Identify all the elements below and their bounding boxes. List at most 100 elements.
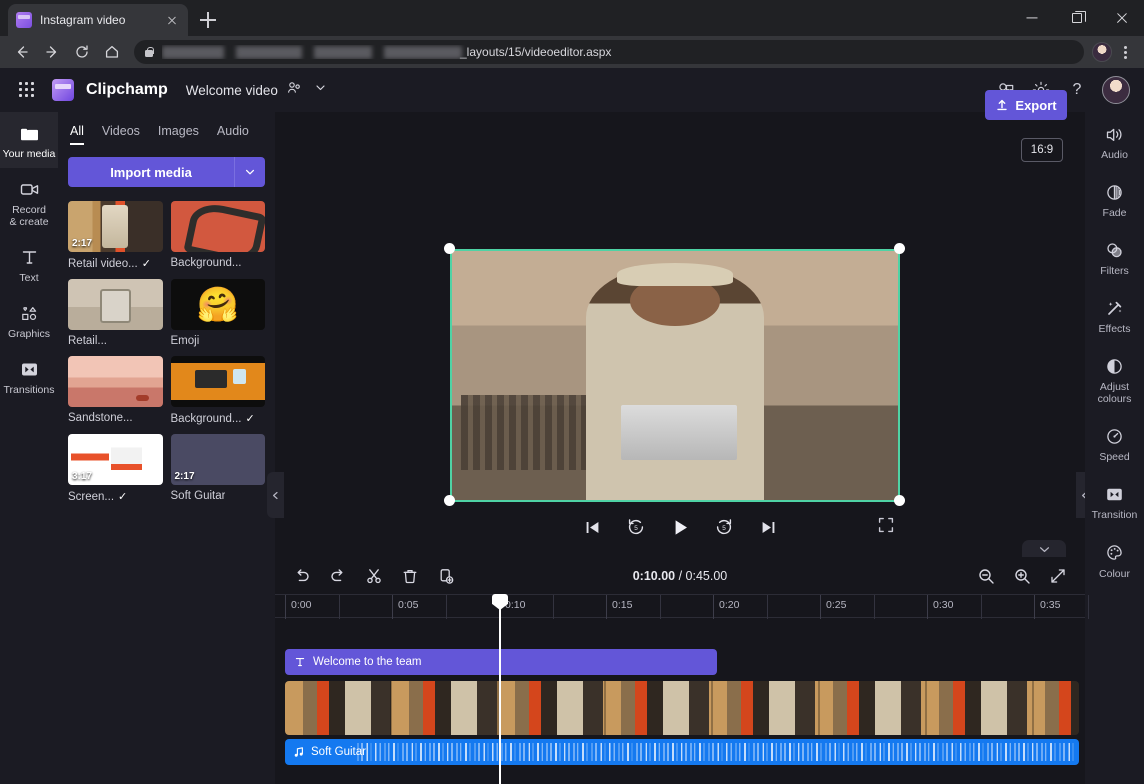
help-icon[interactable]: ?	[1066, 79, 1088, 101]
forward-arrow-icon[interactable]	[38, 38, 66, 66]
skip-to-start-button[interactable]	[581, 516, 603, 538]
chevron-down-icon[interactable]	[234, 157, 265, 187]
palette-icon	[1104, 542, 1126, 564]
split-button[interactable]	[361, 563, 387, 589]
sidebar-item-transition[interactable]: Transition	[1085, 472, 1144, 530]
preview-shelf	[460, 395, 595, 471]
sidebar-item-speed[interactable]: Speed	[1085, 414, 1144, 472]
resize-handle-br[interactable]	[894, 495, 905, 506]
text-icon	[18, 246, 40, 268]
ruler-label: 0:15	[612, 599, 633, 611]
resize-handle-tr[interactable]	[894, 243, 905, 254]
zoom-out-button[interactable]	[973, 563, 999, 589]
collapse-timeline-button[interactable]	[1022, 540, 1066, 558]
kebab-menu-icon[interactable]	[1114, 40, 1136, 64]
export-button[interactable]: Export	[985, 90, 1067, 120]
tab-audio[interactable]: Audio	[217, 124, 249, 145]
sidebar-item-fade[interactable]: Fade	[1085, 170, 1144, 228]
restore-icon[interactable]	[1054, 0, 1099, 36]
media-item[interactable]: 2:17 Soft Guitar	[170, 434, 265, 503]
sidebar-item-record-create[interactable]: Record & create	[0, 168, 58, 236]
tab-images[interactable]: Images	[158, 124, 199, 145]
ruler-minor-mark	[766, 595, 768, 619]
tab-all[interactable]: All	[70, 124, 84, 145]
minimize-icon[interactable]	[1009, 0, 1054, 36]
media-thumbnail[interactable]: 2:17	[68, 201, 163, 252]
address-bar[interactable]: _layouts/15/videoeditor.aspx	[134, 40, 1084, 64]
avatar[interactable]	[1102, 76, 1130, 104]
media-item[interactable]: 2:17 Retail video... ✓	[68, 201, 163, 270]
plus-icon[interactable]	[196, 8, 220, 32]
media-thumbnail[interactable]: 2:17	[170, 434, 265, 485]
video-clip[interactable]	[285, 681, 1079, 735]
media-item[interactable]: Sandstone...	[68, 356, 163, 425]
resize-handle-bl[interactable]	[444, 495, 455, 506]
home-icon[interactable]	[98, 38, 126, 66]
aspect-ratio-badge[interactable]: 16:9	[1021, 138, 1063, 162]
chevron-down-icon[interactable]	[314, 81, 327, 99]
sidebar-item-transitions[interactable]: Transitions	[0, 348, 58, 404]
filters-icon	[1104, 239, 1126, 261]
collapse-left-panel-button[interactable]	[267, 472, 284, 518]
media-thumbnail[interactable]	[68, 279, 163, 330]
profile-avatar-icon[interactable]	[1092, 42, 1112, 62]
audio-clip[interactable]: Soft Guitar	[285, 739, 1079, 765]
sidebar-item-text[interactable]: Text	[0, 236, 58, 292]
close-icon[interactable]	[1099, 0, 1144, 36]
transitions-icon	[18, 358, 40, 380]
sidebar-item-filters[interactable]: Filters	[1085, 228, 1144, 286]
fit-to-screen-button[interactable]	[1045, 563, 1071, 589]
timeline-ruler[interactable]: 0:00 0:05 0:10 0:15 0:20 0:25 0:30 0:35	[275, 594, 1089, 619]
back-arrow-icon[interactable]	[8, 38, 36, 66]
app-launcher-icon[interactable]	[14, 77, 40, 103]
media-item[interactable]: Background...	[170, 201, 265, 270]
sidebar-item-graphics[interactable]: Graphics	[0, 292, 58, 348]
media-item[interactable]: Background... ✓	[170, 356, 265, 425]
url-visible-text: _layouts/15/videoeditor.aspx	[460, 45, 612, 59]
media-item-label: Retail video...	[68, 257, 138, 270]
browser-tab[interactable]: Instagram video	[8, 4, 188, 36]
fullscreen-icon[interactable]	[877, 516, 897, 536]
media-item[interactable]: 3:17 Screen... ✓	[68, 434, 163, 503]
zoom-in-button[interactable]	[1009, 563, 1035, 589]
reload-icon[interactable]	[68, 38, 96, 66]
media-item-label: Retail...	[68, 335, 107, 347]
forward-5s-button[interactable]: 5	[713, 516, 735, 538]
delete-button[interactable]	[397, 563, 423, 589]
rewind-5s-button[interactable]: 5	[625, 516, 647, 538]
duplicate-button[interactable]	[433, 563, 459, 589]
media-thumbnail[interactable]: 🤗	[170, 279, 265, 330]
text-clip[interactable]: Welcome to the team	[285, 649, 717, 675]
play-button[interactable]	[669, 516, 691, 538]
media-caption: Retail...	[68, 335, 163, 347]
skip-to-end-button[interactable]	[757, 516, 779, 538]
media-thumbnail[interactable]: 3:17	[68, 434, 163, 485]
media-item[interactable]: Retail...	[68, 279, 163, 347]
sidebar-item-label: Graphics	[7, 328, 50, 341]
browser-toolbar: _layouts/15/videoeditor.aspx	[0, 36, 1144, 68]
import-media-button[interactable]: Import media	[68, 157, 234, 187]
sidebar-item-audio[interactable]: Audio	[1085, 112, 1144, 170]
url-text-wrap: _layouts/15/videoeditor.aspx	[162, 45, 1074, 59]
media-used-check-icon: ✓	[245, 413, 255, 425]
media-used-check-icon: ✓	[118, 491, 128, 503]
undo-button[interactable]	[289, 563, 315, 589]
project-name[interactable]: Welcome video	[186, 83, 278, 98]
resize-handle-tl[interactable]	[444, 243, 455, 254]
video-preview[interactable]	[450, 249, 900, 502]
redo-button[interactable]	[325, 563, 351, 589]
music-note-icon	[294, 747, 303, 757]
playhead[interactable]	[492, 594, 508, 784]
people-share-icon[interactable]	[286, 80, 302, 101]
svg-text:5: 5	[634, 525, 638, 532]
sidebar-item-colour[interactable]: Colour	[1085, 531, 1144, 589]
media-thumbnail[interactable]	[68, 356, 163, 407]
close-icon[interactable]	[164, 12, 180, 28]
sidebar-item-your-media[interactable]: Your media	[0, 112, 58, 169]
media-thumbnail[interactable]	[170, 201, 265, 252]
sidebar-item-adjust-colours[interactable]: Adjust colours	[1085, 344, 1144, 414]
media-thumbnail[interactable]	[170, 356, 265, 407]
media-item[interactable]: 🤗 Emoji	[170, 279, 265, 347]
sidebar-item-effects[interactable]: Effects	[1085, 286, 1144, 344]
tab-videos[interactable]: Videos	[102, 124, 140, 145]
